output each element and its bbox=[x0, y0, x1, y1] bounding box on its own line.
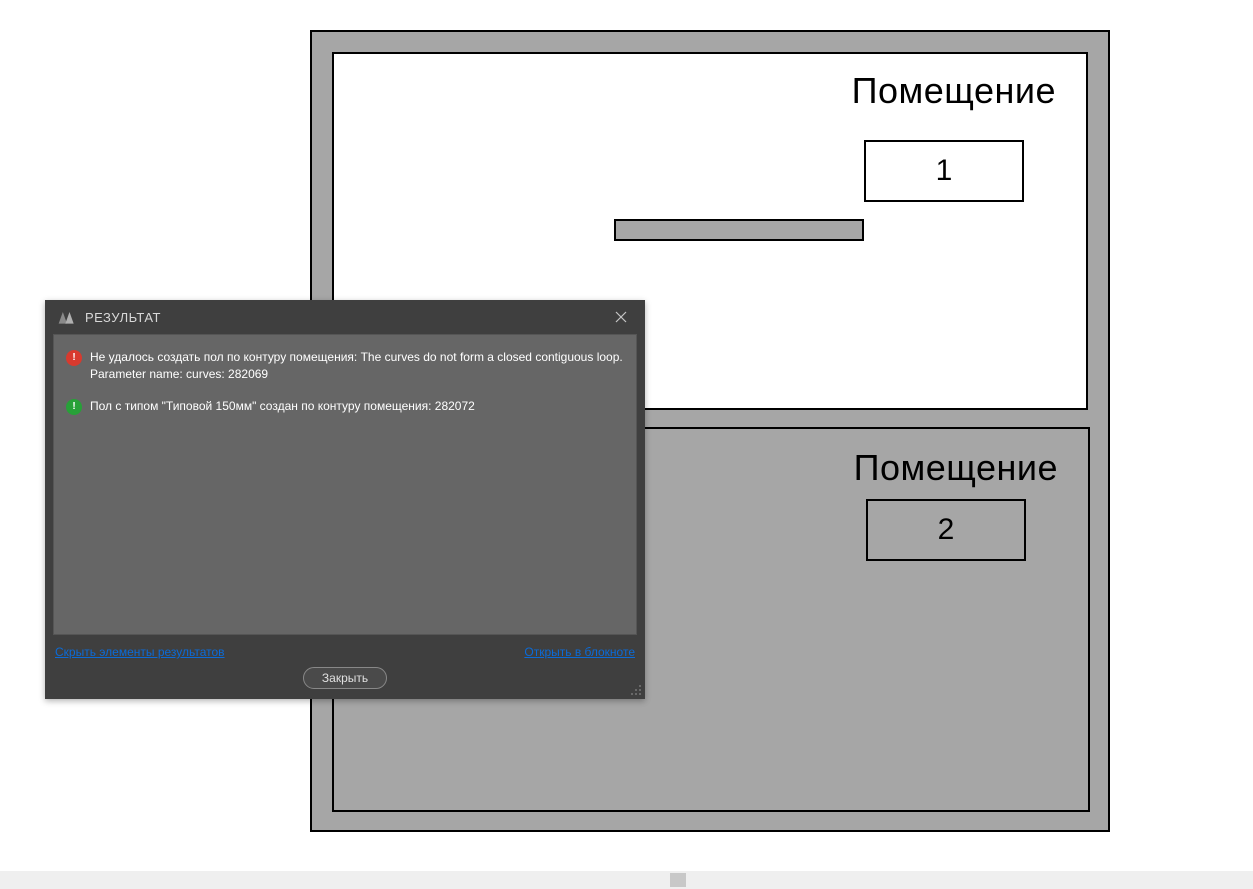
success-icon: ! bbox=[66, 399, 82, 415]
error-icon: ! bbox=[66, 350, 82, 366]
resize-grip-icon[interactable] bbox=[630, 684, 642, 696]
dialog-links: Скрыть элементы результатов Открыть в бл… bbox=[45, 641, 645, 661]
wall-segment bbox=[614, 219, 864, 241]
room-title: Помещение bbox=[852, 70, 1056, 112]
dialog-message-area: ! Не удалось создать пол по контуру поме… bbox=[53, 334, 637, 635]
hide-elements-link[interactable]: Скрыть элементы результатов bbox=[55, 645, 225, 659]
message-text: Пол с типом "Типовой 150мм" создан по ко… bbox=[90, 398, 475, 415]
horizontal-scrollbar[interactable] bbox=[0, 871, 1253, 889]
open-in-notepad-link[interactable]: Открыть в блокноте bbox=[524, 645, 635, 659]
dialog-title: РЕЗУЛЬТАТ bbox=[85, 310, 607, 325]
room-title: Помещение bbox=[854, 447, 1058, 489]
dialog-footer: Закрыть bbox=[45, 661, 645, 699]
message-row: ! Не удалось создать пол по контуру поме… bbox=[66, 349, 624, 384]
message-text: Не удалось создать пол по контуру помеще… bbox=[90, 349, 623, 384]
app-logo-icon bbox=[57, 308, 77, 326]
scrollbar-thumb[interactable] bbox=[670, 873, 686, 887]
result-dialog: РЕЗУЛЬТАТ ! Не удалось создать пол по ко… bbox=[45, 300, 645, 699]
close-icon[interactable] bbox=[607, 303, 635, 331]
close-button[interactable]: Закрыть bbox=[303, 667, 387, 689]
dialog-titlebar[interactable]: РЕЗУЛЬТАТ bbox=[45, 300, 645, 334]
message-row: ! Пол с типом "Типовой 150мм" создан по … bbox=[66, 398, 624, 415]
room-number: 1 bbox=[864, 140, 1024, 202]
room-number: 2 bbox=[866, 499, 1026, 561]
